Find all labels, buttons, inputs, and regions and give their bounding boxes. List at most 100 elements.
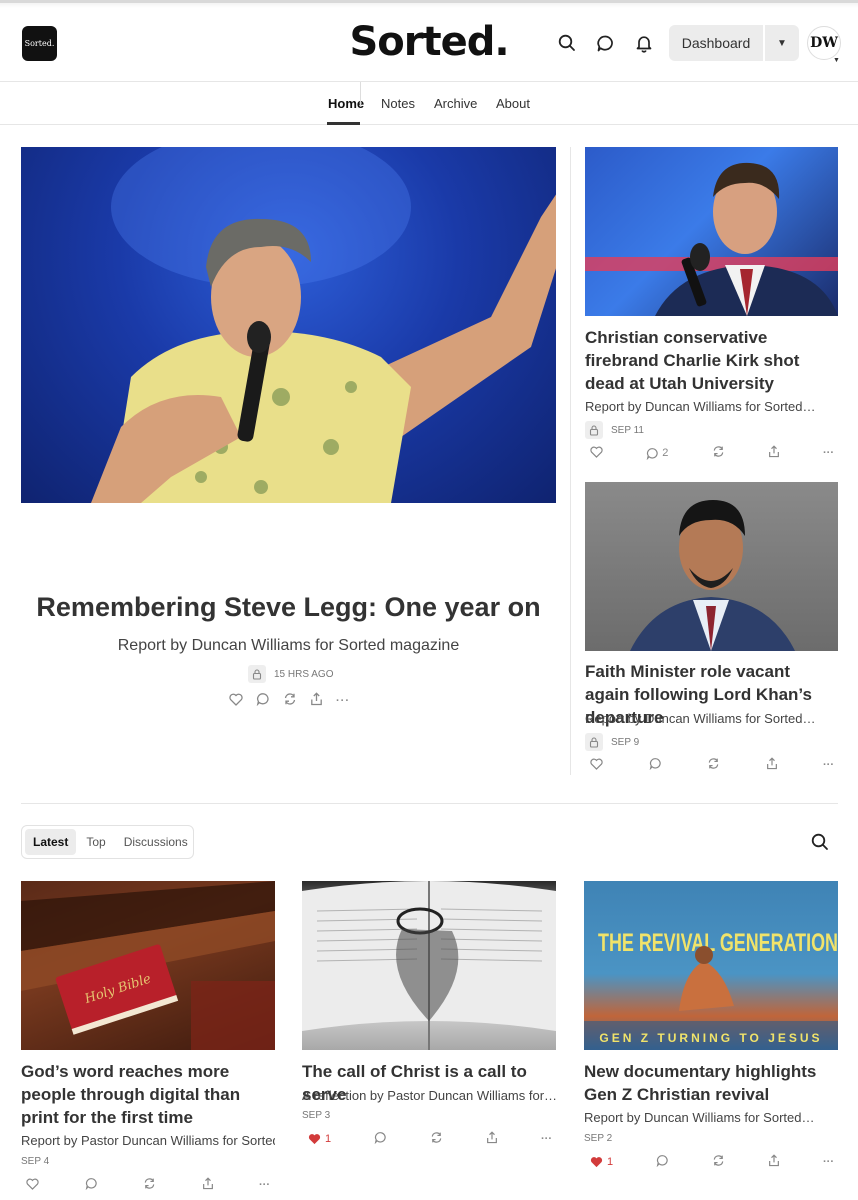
like-count: 1: [325, 1133, 332, 1145]
comment-count: 2: [662, 447, 669, 459]
restack-icon[interactable]: [283, 692, 297, 709]
lock-icon: [585, 733, 603, 751]
card-1-date: SEP 4: [21, 1156, 50, 1167]
column-divider: [570, 147, 571, 775]
card-1-image[interactable]: Holy Bible: [21, 881, 275, 1050]
restack-icon[interactable]: [707, 757, 720, 773]
card-2-actions: 1 ···: [308, 1131, 552, 1147]
side-post-1-actions: 2 ···: [590, 445, 834, 461]
more-icon[interactable]: ···: [823, 759, 834, 771]
heart-filled-icon: [590, 1157, 603, 1168]
card-3-actions: 1 ···: [590, 1154, 834, 1170]
nav-item-home[interactable]: Home: [328, 96, 364, 111]
card-3-image-title: THE REVIVAL GENERATION: [598, 929, 838, 957]
side-post-1-meta: SEP 11: [585, 421, 644, 439]
bell-icon[interactable]: [631, 30, 657, 56]
tab-discussions[interactable]: Discussions: [116, 829, 196, 855]
feed-search-icon[interactable]: [808, 830, 832, 854]
comment-icon: [646, 447, 658, 460]
card-1-subtitle: Report by Pastor Duncan Williams for Sor…: [21, 1133, 275, 1148]
hero-meta: 15 HRS AGO: [248, 665, 333, 683]
restack-icon[interactable]: [712, 1154, 725, 1170]
comment-icon[interactable]: [649, 757, 662, 773]
side-post-2-subtitle: Report by Duncan Williams for Sorted…: [585, 711, 816, 726]
more-icon[interactable]: ···: [259, 1179, 270, 1191]
more-icon[interactable]: ···: [823, 1156, 834, 1168]
chat-icon[interactable]: [592, 30, 618, 56]
card-3-subtitle: Report by Duncan Williams for Sorted…: [584, 1110, 815, 1125]
restack-icon[interactable]: [712, 445, 725, 461]
side-post-1-date: SEP 11: [611, 424, 644, 436]
dashboard-label: Dashboard: [681, 35, 751, 51]
top-border: [0, 0, 858, 8]
lock-icon: [248, 665, 266, 683]
caret-down-icon: ▼: [777, 37, 787, 49]
card-2-image[interactable]: [302, 881, 556, 1050]
nav-item-notes[interactable]: Notes: [381, 96, 415, 111]
tab-top[interactable]: Top: [78, 829, 113, 855]
card-3-image-caption: GEN Z TURNING TO JESUS: [599, 1031, 822, 1045]
restack-icon[interactable]: [430, 1131, 443, 1147]
like-icon[interactable]: [26, 1178, 39, 1193]
like-icon[interactable]: [590, 758, 603, 773]
comment-icon[interactable]: [256, 692, 270, 709]
hero-date: 15 HRS AGO: [274, 668, 334, 680]
avatar-caret-icon[interactable]: ▼: [833, 57, 840, 64]
main-nav: Home Notes Archive About: [0, 82, 858, 125]
card-1-actions: ···: [26, 1177, 270, 1193]
share-icon[interactable]: [768, 445, 780, 461]
feed-tabs: Latest Top Discussions: [21, 825, 194, 859]
card-2-date: SEP 3: [302, 1110, 331, 1121]
nav-item-archive[interactable]: Archive: [434, 96, 477, 111]
like-button[interactable]: 1: [590, 1156, 613, 1168]
lock-icon: [585, 421, 603, 439]
like-icon[interactable]: [590, 446, 603, 461]
like-icon[interactable]: [229, 693, 243, 709]
tab-latest[interactable]: Latest: [25, 829, 77, 855]
side-post-1-image[interactable]: [585, 147, 838, 316]
site-header: Sorted. Sorted. Dashboard ▼ DW ▼: [0, 8, 858, 82]
side-post-2-meta: SEP 9: [585, 733, 639, 751]
side-post-2-image[interactable]: [585, 482, 838, 651]
section-divider: [21, 803, 838, 804]
nav-divider: [360, 82, 361, 106]
side-post-2-actions: ···: [590, 757, 834, 773]
nav-item-about[interactable]: About: [496, 96, 530, 111]
share-icon[interactable]: [768, 1154, 780, 1170]
comment-button[interactable]: 2: [646, 447, 668, 460]
avatar-initials: DW: [810, 35, 838, 51]
search-icon[interactable]: [554, 30, 580, 56]
share-icon[interactable]: [202, 1177, 214, 1193]
hero-title[interactable]: Remembering Steve Legg: One year on: [21, 592, 556, 623]
card-2-subtitle: A reflection by Pastor Duncan Williams f…: [302, 1088, 556, 1103]
more-icon[interactable]: ···: [541, 1133, 552, 1145]
card-3-date: SEP 2: [584, 1133, 613, 1144]
more-icon[interactable]: ···: [336, 695, 350, 707]
comment-icon[interactable]: [85, 1177, 98, 1193]
side-post-1-title[interactable]: Christian conservative firebrand Charlie…: [585, 326, 838, 395]
active-tab-indicator: [327, 122, 360, 125]
masthead-title[interactable]: Sorted.: [349, 19, 509, 65]
card-3-title[interactable]: New documentary highlights Gen Z Christi…: [584, 1060, 838, 1106]
logo-text: Sorted.: [24, 39, 55, 48]
more-icon[interactable]: ···: [823, 447, 834, 459]
publication-logo[interactable]: Sorted.: [22, 26, 57, 61]
share-icon[interactable]: [766, 757, 778, 773]
comment-icon[interactable]: [374, 1131, 387, 1147]
like-button[interactable]: 1: [308, 1133, 331, 1145]
share-icon[interactable]: [486, 1131, 498, 1147]
hero-image[interactable]: [21, 147, 556, 503]
card-1-title[interactable]: God’s word reaches more people through d…: [21, 1060, 275, 1129]
hero-actions: ···: [229, 692, 350, 709]
user-avatar[interactable]: DW: [807, 26, 841, 60]
restack-icon[interactable]: [143, 1177, 156, 1193]
dashboard-dropdown-button[interactable]: ▼: [765, 25, 799, 61]
heart-filled-icon: [308, 1134, 321, 1145]
side-post-1-subtitle: Report by Duncan Williams for Sorted…: [585, 399, 816, 414]
card-3-image[interactable]: THE REVIVAL GENERATION GEN Z TURNING TO …: [584, 881, 838, 1050]
side-post-2-date: SEP 9: [611, 736, 640, 748]
dashboard-button[interactable]: Dashboard: [669, 25, 763, 61]
share-icon[interactable]: [310, 692, 323, 709]
comment-icon[interactable]: [656, 1154, 669, 1170]
like-count: 1: [607, 1156, 614, 1168]
